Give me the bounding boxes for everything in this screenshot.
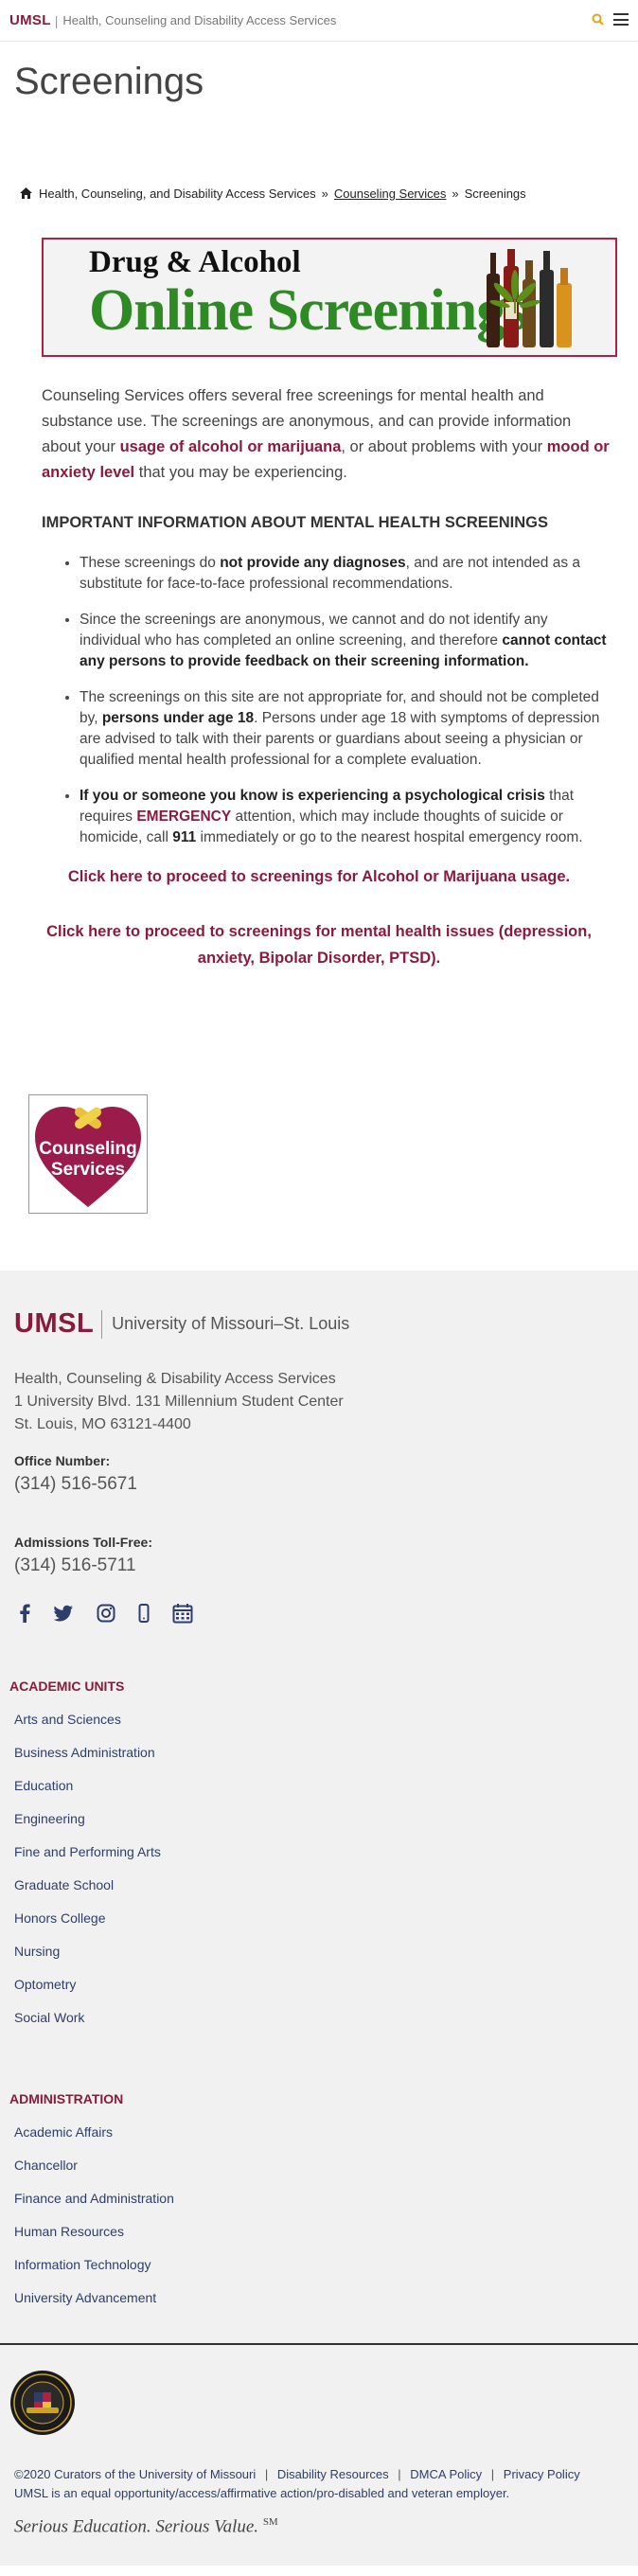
twitter-icon[interactable]: [53, 1605, 74, 1622]
footer-link-chancellor[interactable]: Chancellor: [0, 2149, 638, 2182]
breadcrumb-current: Screenings: [464, 186, 526, 201]
breadcrumb-separator: »: [321, 186, 328, 201]
academic-units-list: Arts and Sciences Business Administratio…: [0, 1703, 638, 2034]
alcohol-marijuana-link[interactable]: usage of alcohol or marijuana: [120, 438, 342, 455]
footer-link-it[interactable]: Information Technology: [0, 2248, 638, 2282]
equal-opportunity-statement: UMSL is an equal opportunity/access/affi…: [14, 2486, 510, 2500]
footer-bottom: ©2020 Curators of the University of Miss…: [0, 2343, 638, 2567]
footer-logo-divider: [101, 1309, 103, 1339]
slogan: Serious Education. Serious Value. SM: [0, 2516, 638, 2537]
site-footer: UMSL University of Missouri–St. Louis He…: [0, 1270, 638, 2343]
social-links: [0, 1603, 638, 1624]
note-age-18: The screenings on this site are not appr…: [80, 687, 610, 771]
footer-university-name: University of Missouri–St. Louis: [112, 1314, 350, 1333]
header-icons: [592, 13, 629, 26]
umsl-brand-link[interactable]: UMSL: [9, 12, 51, 28]
admissions-phone[interactable]: (314) 516-5711: [0, 1555, 638, 1576]
footer-link-optometry[interactable]: Optometry: [0, 1968, 638, 2001]
footer-link-honors-college[interactable]: Honors College: [0, 1902, 638, 1935]
breadcrumb-separator: »: [452, 186, 459, 201]
intro-text-3: that you may be experiencing.: [134, 464, 347, 481]
footer-link-fine-arts[interactable]: Fine and Performing Arts: [0, 1836, 638, 1869]
footer-link-finance[interactable]: Finance and Administration: [0, 2182, 638, 2215]
search-icon[interactable]: [592, 13, 604, 26]
copyright-year: ©2020: [14, 2467, 51, 2481]
intro-paragraph: Counseling Services offers several free …: [42, 383, 610, 486]
home-icon[interactable]: [19, 187, 33, 200]
office-phone[interactable]: (314) 516-5671: [0, 1474, 638, 1495]
bottles-and-leaf-icon: [487, 249, 572, 347]
address-line: Health, Counseling & Disability Access S…: [14, 1371, 336, 1387]
slogan-text: Serious Education. Serious Value.: [14, 2516, 259, 2537]
dmca-policy-link[interactable]: DMCA Policy: [410, 2467, 482, 2481]
important-notes-list: These screenings do not provide any diag…: [42, 553, 610, 848]
intro-text-2: , or about problems with your: [341, 438, 547, 455]
menu-icon[interactable]: [613, 13, 629, 26]
alcohol-screening-link[interactable]: Click here to proceed to screenings for …: [68, 868, 570, 885]
footer-link-arts-sciences[interactable]: Arts and Sciences: [0, 1703, 638, 1736]
footer-link-business[interactable]: Business Administration: [0, 1736, 638, 1769]
calendar-icon[interactable]: [172, 1603, 193, 1624]
alcohol-screening-paragraph: Click here to proceed to screenings for …: [19, 863, 619, 890]
note-no-diagnoses: These screenings do not provide any diag…: [80, 553, 610, 595]
brand-separator: |: [54, 12, 59, 28]
footer-link-academic-affairs[interactable]: Academic Affairs: [0, 2116, 638, 2149]
office-number-label: Office Number:: [14, 1453, 111, 1468]
mobile-icon[interactable]: [138, 1604, 150, 1623]
admissions-label: Admissions Toll-Free:: [14, 1535, 152, 1550]
university-seal-icon: [10, 2371, 75, 2435]
cs-logo-line1: Counseling: [39, 1139, 136, 1159]
banner-line-2: Online Screenings: [89, 278, 527, 343]
mental-health-screening-paragraph: Click here to proceed to screenings for …: [19, 918, 619, 971]
counseling-services-logo[interactable]: Counseling Services: [28, 1094, 148, 1214]
footer-link-advancement[interactable]: University Advancement: [0, 2282, 638, 2315]
footer-link-graduate-school[interactable]: Graduate School: [0, 1869, 638, 1902]
footer-link-human-resources[interactable]: Human Resources: [0, 2215, 638, 2248]
service-mark: SM: [262, 2516, 278, 2528]
breadcrumb: Health, Counseling, and Disability Acces…: [0, 182, 638, 204]
administration-heading: ADMINISTRATION: [9, 2091, 124, 2106]
online-screenings-banner: Drug & Alcohol Online Screenings: [42, 238, 617, 357]
breadcrumb-home[interactable]: Health, Counseling, and Disability Acces…: [39, 187, 316, 201]
note-emergency: If you or someone you know is experienci…: [80, 786, 610, 848]
important-info-heading: IMPORTANT INFORMATION ABOUT MENTAL HEALT…: [42, 514, 549, 531]
footer-address: Health, Counseling & Disability Access S…: [0, 1368, 638, 1436]
academic-units-section: ACADEMIC UNITS Arts and Sciences Busines…: [0, 1679, 638, 2034]
note-anonymous: Since the screenings are anonymous, we c…: [80, 610, 610, 672]
footer-link-education[interactable]: Education: [0, 1769, 638, 1803]
disability-resources-link[interactable]: Disability Resources: [277, 2467, 389, 2481]
instagram-icon[interactable]: [97, 1604, 115, 1623]
footer-logo[interactable]: UMSL University of Missouri–St. Louis: [0, 1308, 638, 1340]
footer-umsl-wordmark: UMSL: [14, 1308, 95, 1339]
address-line: 1 University Blvd. 131 Millennium Studen…: [14, 1394, 344, 1410]
copyright-line: ©2020 Curators of the University of Miss…: [0, 2465, 638, 2503]
facebook-icon[interactable]: [19, 1604, 30, 1623]
curators-link[interactable]: Curators of the University of Missouri: [54, 2467, 256, 2481]
mental-health-screening-link[interactable]: Click here to proceed to screenings for …: [46, 923, 592, 967]
administration-section: ADMINISTRATION Academic Affairs Chancell…: [0, 2091, 638, 2315]
privacy-policy-link[interactable]: Privacy Policy: [504, 2467, 580, 2481]
footer-link-nursing[interactable]: Nursing: [0, 1935, 638, 1968]
academic-units-heading: ACADEMIC UNITS: [9, 1679, 125, 1694]
administration-list: Academic Affairs Chancellor Finance and …: [0, 2116, 638, 2315]
heart-logo-icon: Counseling Services: [35, 1107, 141, 1207]
page-title: Screenings: [14, 61, 204, 102]
footer-link-engineering[interactable]: Engineering: [0, 1803, 638, 1836]
site-header: UMSL | Health, Counseling and Disability…: [0, 0, 638, 42]
unit-name-link[interactable]: Health, Counseling and Disability Access…: [62, 13, 336, 27]
cs-logo-line2: Services: [51, 1160, 125, 1180]
address-line: St. Louis, MO 63121-4400: [14, 1416, 191, 1432]
breadcrumb-counseling-services[interactable]: Counseling Services: [334, 187, 447, 201]
footer-link-social-work[interactable]: Social Work: [0, 2001, 638, 2034]
banner-line-1: Drug & Alcohol: [89, 245, 301, 279]
